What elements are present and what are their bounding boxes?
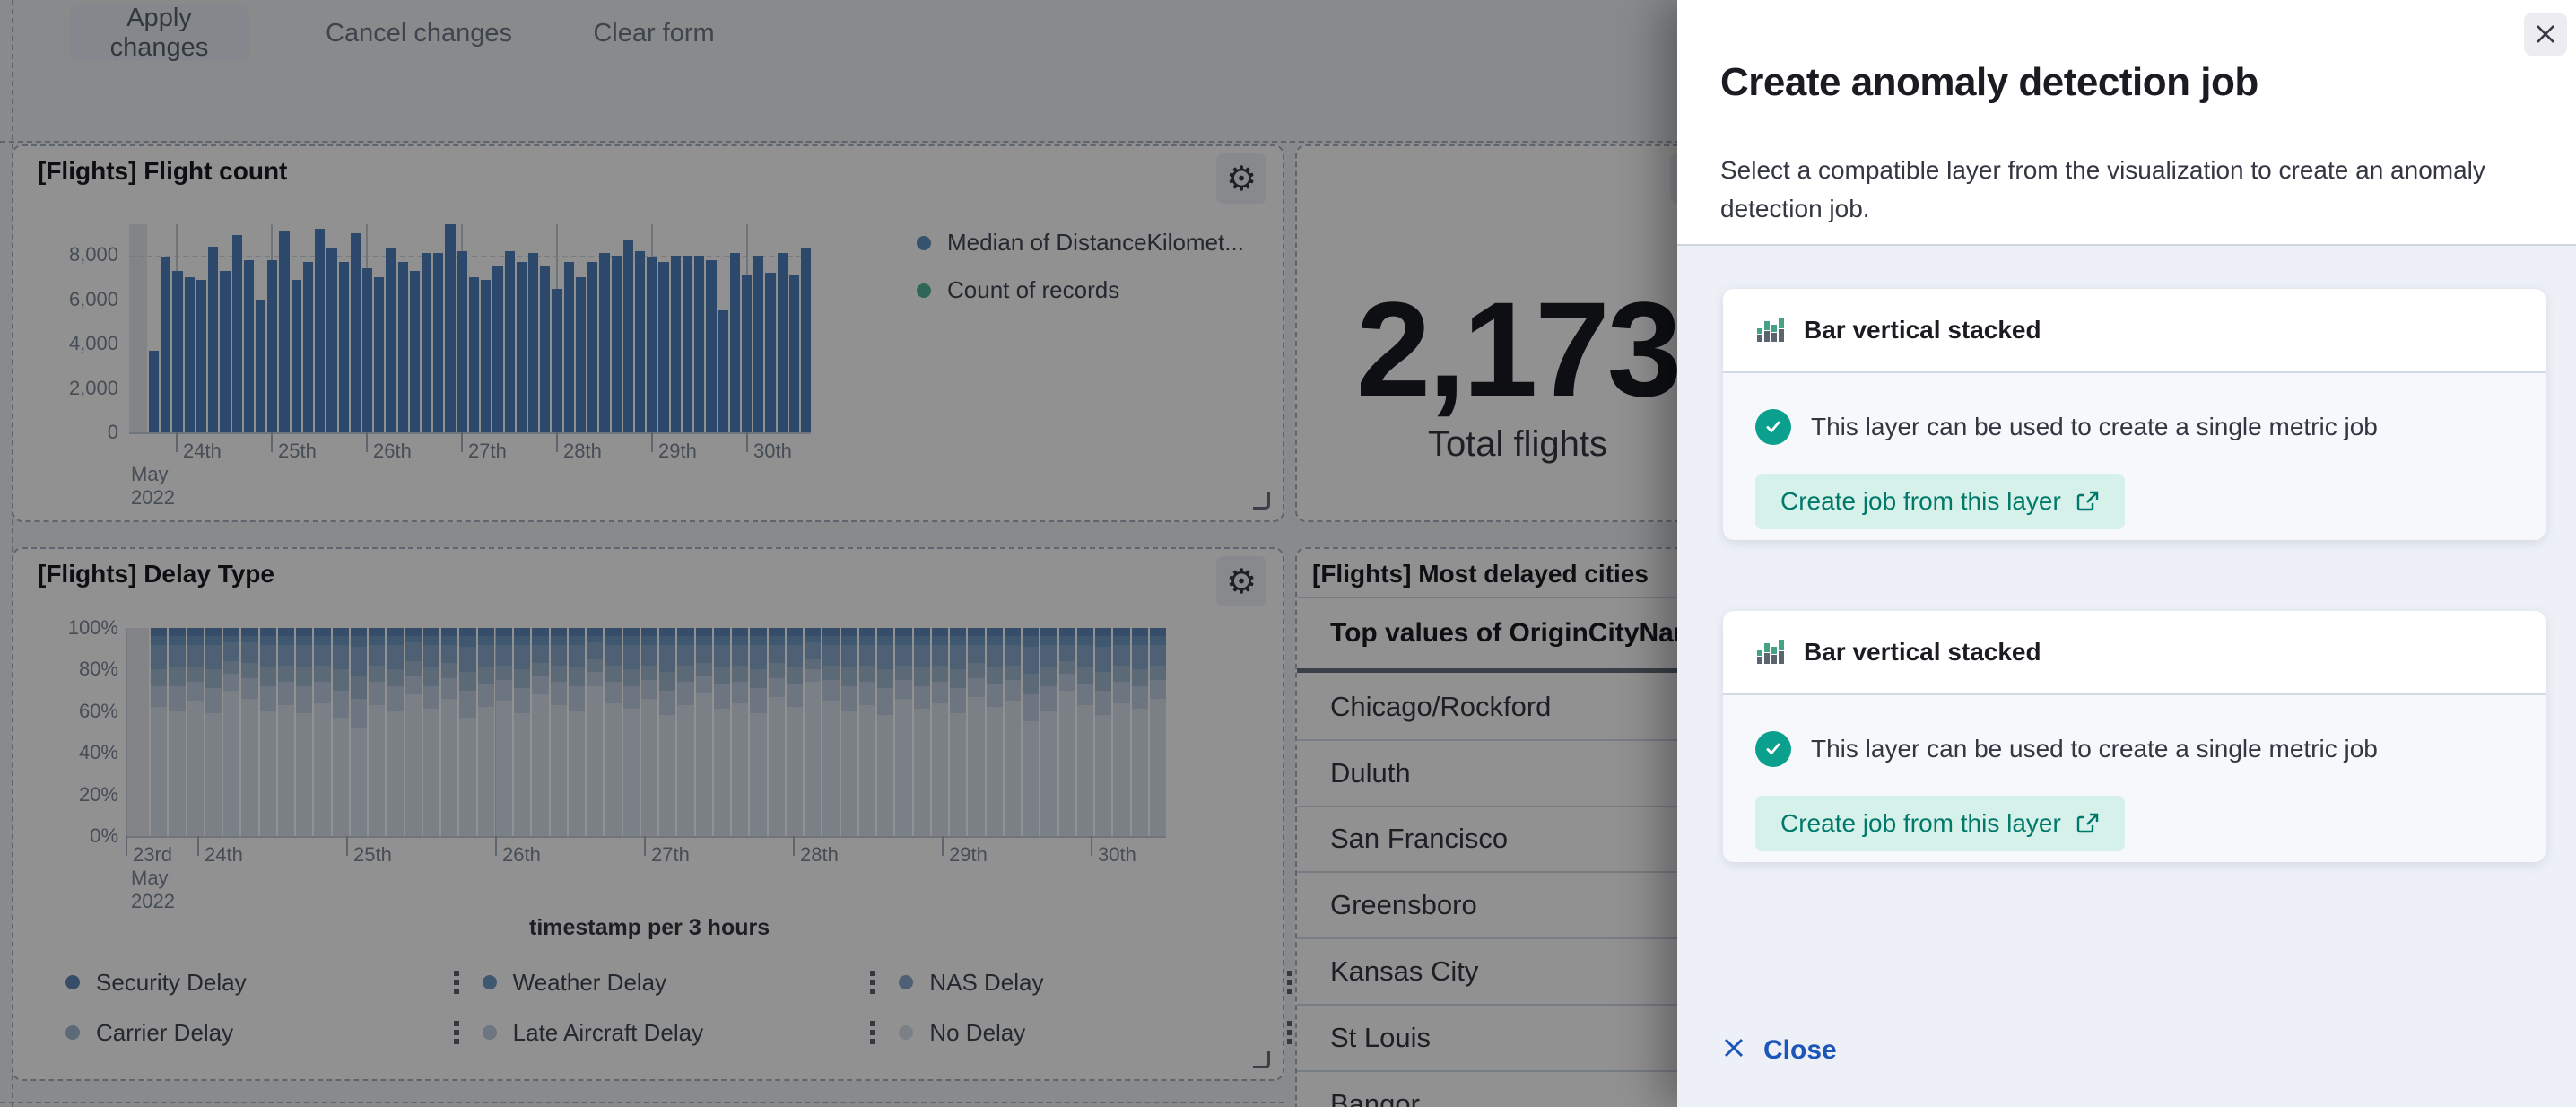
create-anomaly-job-flyout: Create anomaly detection job Select a co… bbox=[1677, 0, 2576, 1107]
screen: Apply changes Cancel changes Clear form … bbox=[0, 0, 2576, 1107]
flyout-title: Create anomaly detection job bbox=[1720, 60, 2258, 105]
layer-card: Bar vertical stacked This layer can be u… bbox=[1723, 289, 2546, 540]
layer-card-header: Bar vertical stacked bbox=[1723, 611, 2546, 695]
bar-vertical-stacked-icon bbox=[1755, 635, 1788, 670]
check-circle-icon bbox=[1755, 731, 1791, 767]
layer-card-body: This layer can be used to create a singl… bbox=[1723, 695, 2546, 851]
close-label: Close bbox=[1763, 1035, 1837, 1066]
layer-card-header: Bar vertical stacked bbox=[1723, 289, 2546, 373]
bar-vertical-stacked-icon bbox=[1755, 313, 1788, 348]
layer-card-body: This layer can be used to create a singl… bbox=[1723, 373, 2546, 529]
external-link-icon bbox=[2076, 490, 2100, 514]
create-job-button[interactable]: Create job from this layer bbox=[1755, 796, 2125, 851]
check-circle-icon bbox=[1755, 409, 1791, 445]
flyout-body: Bar vertical stacked This layer can be u… bbox=[1677, 246, 2576, 1107]
layer-card-title: Bar vertical stacked bbox=[1804, 316, 2041, 344]
layer-card: Bar vertical stacked This layer can be u… bbox=[1723, 611, 2546, 862]
close-x-icon bbox=[1720, 1034, 1747, 1066]
create-job-button[interactable]: Create job from this layer bbox=[1755, 474, 2125, 529]
flyout-description: Select a compatible layer from the visua… bbox=[1720, 151, 2528, 228]
flyout-header: Create anomaly detection job Select a co… bbox=[1677, 0, 2576, 246]
close-icon[interactable] bbox=[2524, 13, 2567, 56]
layer-compatibility-text: This layer can be used to create a singl… bbox=[1811, 413, 2378, 441]
layer-compatibility-text: This layer can be used to create a singl… bbox=[1811, 735, 2378, 763]
external-link-icon bbox=[2076, 812, 2100, 836]
flyout-close-link[interactable]: Close bbox=[1720, 1034, 1837, 1066]
layer-card-title: Bar vertical stacked bbox=[1804, 638, 2041, 667]
